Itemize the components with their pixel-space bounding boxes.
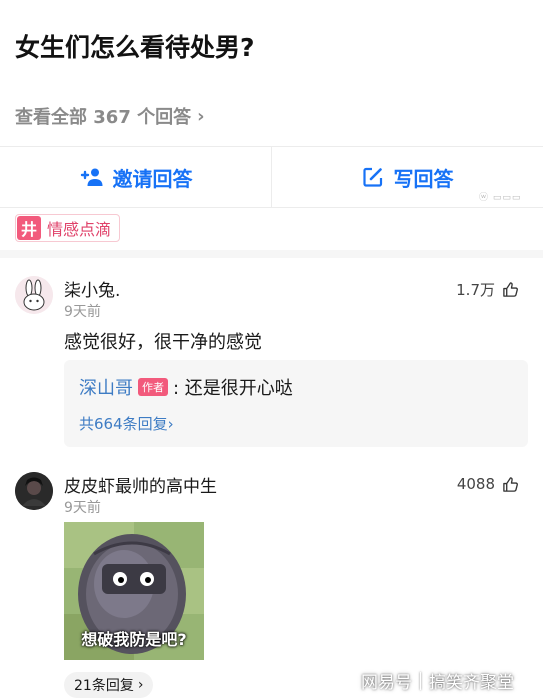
answer-action-bar: 邀请回答 写回答 — [0, 146, 543, 208]
comment-text: 感觉很好，很干净的感觉 — [64, 332, 262, 353]
invite-answer-button[interactable]: 邀请回答 — [0, 147, 271, 207]
topic-tag[interactable]: 井 情感点滴 — [15, 214, 121, 242]
like-button[interactable]: 4088 — [457, 475, 519, 493]
avatar[interactable] — [15, 472, 53, 510]
chevron-right-icon: › — [137, 677, 144, 693]
faint-watermark: ⓦ ▭▭▭ — [479, 193, 522, 203]
reply-author[interactable]: 深山哥 — [79, 374, 133, 400]
watermark-account: 搞笑齐聚堂 — [429, 673, 514, 693]
author-badge: 作者 — [138, 378, 168, 396]
meme-image[interactable]: 想破我防是吧? — [64, 522, 204, 660]
section-divider — [0, 250, 543, 258]
hashtag-icon: 井 — [17, 216, 41, 240]
write-answer-label: 写回答 — [393, 166, 454, 191]
user-avatar-icon — [15, 472, 53, 510]
reply-line: 深山哥 作者 : 还是很开心哒 — [79, 374, 293, 400]
comment-author[interactable]: 柒小兔. — [64, 276, 120, 301]
comment-time: 9天前 — [64, 500, 101, 516]
reply-text: : 还是很开心哒 — [173, 378, 293, 399]
like-button[interactable]: 1.7万 — [456, 279, 519, 300]
question-title[interactable]: 女生们怎么看待处男? — [15, 28, 255, 64]
invite-answer-label: 邀请回答 — [112, 166, 193, 191]
reply-count-label: 21条回复 — [74, 678, 134, 694]
like-count: 1.7万 — [456, 281, 495, 299]
view-all-label: 查看全部 367 个回答 — [15, 107, 192, 128]
reply-preview[interactable]: 深山哥 作者 : 还是很开心哒 共664条回复› — [64, 360, 528, 447]
bunny-avatar-icon — [15, 276, 53, 314]
view-replies-link[interactable]: 共664条回复› — [79, 413, 174, 434]
comment-time: 9天前 — [64, 304, 101, 320]
edit-icon — [362, 167, 382, 187]
comment-author[interactable]: 皮皮虾最帅的高中生 — [64, 472, 217, 497]
thumbs-up-icon — [503, 282, 518, 297]
watermark-source: 网易号 — [361, 673, 412, 693]
avatar[interactable] — [15, 276, 53, 314]
watermark: 网易号 搞笑齐聚堂 — [361, 668, 514, 693]
view-replies-button[interactable]: 21条回复 › — [64, 672, 154, 698]
chevron-right-icon: › — [197, 105, 205, 127]
view-all-answers-link[interactable]: 查看全部 367 个回答 › — [15, 103, 205, 129]
like-count: 4088 — [456, 475, 495, 493]
watermark-separator — [420, 671, 421, 690]
add-user-icon — [80, 168, 102, 186]
thumbs-up-icon — [503, 476, 518, 492]
meme-caption: 想破我防是吧? — [81, 630, 187, 649]
topic-tag-label: 情感点滴 — [47, 220, 112, 239]
